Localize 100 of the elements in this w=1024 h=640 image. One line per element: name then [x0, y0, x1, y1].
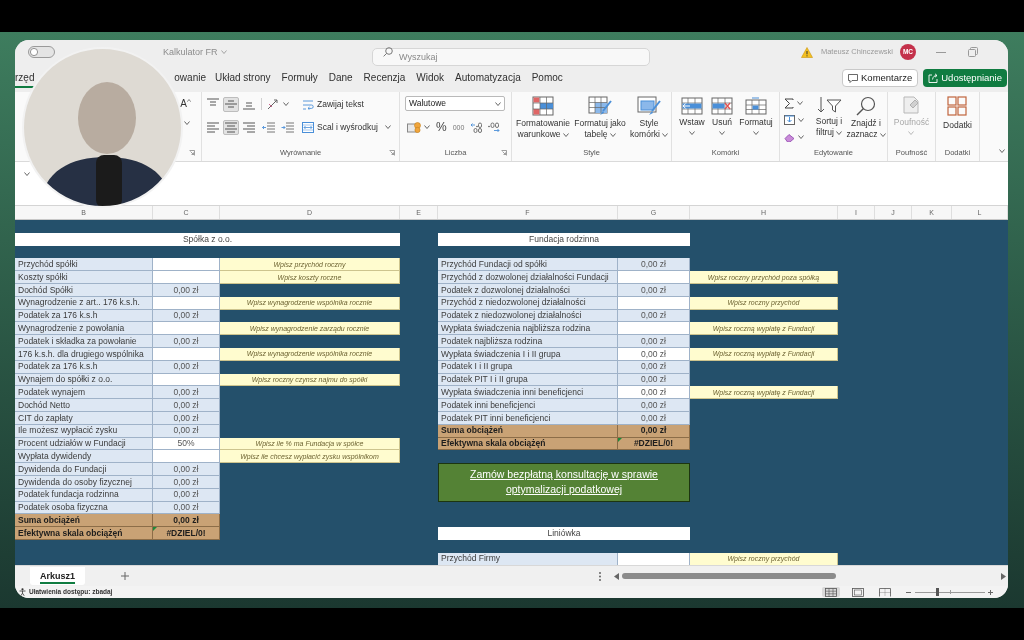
align-right-button[interactable]	[241, 119, 257, 135]
percent-button[interactable]: %	[436, 121, 447, 133]
input-cell[interactable]: 0,00 zł	[618, 386, 690, 400]
warning-icon	[800, 46, 813, 58]
caret-icon	[689, 130, 695, 135]
ribbon-tab[interactable]: Formuły	[281, 68, 318, 88]
zoom-in-icon[interactable]	[988, 589, 993, 595]
label-cell: Przychód z dozwolonej działalności Fundacji	[438, 271, 618, 284]
eraser-icon	[784, 132, 795, 142]
label-cell: Przychód spółki	[15, 258, 153, 272]
conditional-formatting-button[interactable]: Formatowanie warunkowe	[514, 96, 572, 140]
align-center-button[interactable]	[223, 119, 239, 135]
caret-icon	[283, 102, 289, 106]
caret-icon	[719, 130, 725, 135]
caret-icon	[835, 130, 842, 135]
zoom-slider[interactable]	[915, 588, 985, 596]
value-cell: 0,00 zł	[618, 335, 690, 348]
align-middle-button[interactable]	[223, 96, 239, 112]
comments-button[interactable]: Komentarze	[842, 69, 919, 87]
increase-decimal-icon[interactable]	[470, 121, 484, 133]
restore-icon[interactable]	[968, 47, 978, 57]
input-cell[interactable]	[153, 271, 220, 284]
share-button[interactable]: Udostępnianie	[923, 69, 1007, 87]
consultation-link[interactable]: Zamów bezpłatną konsultację w sprawie optymalizacji podatkowej	[438, 463, 690, 502]
caret-icon	[609, 132, 616, 137]
dialog-launcher-icon[interactable]	[501, 150, 507, 156]
align-right-icon	[242, 121, 256, 133]
accessibility-icon[interactable]	[19, 588, 26, 596]
search-icon	[856, 96, 876, 116]
label-cell: Podatek inni beneficjenci	[438, 399, 618, 412]
label-cell: Wypłata świadczenia inni beneficjenci	[438, 386, 618, 400]
ribbon-tab[interactable]: Recenzja	[363, 68, 406, 88]
caret-icon[interactable]	[999, 149, 1005, 153]
label-cell: Koszty spółki	[15, 271, 153, 284]
format-button[interactable]: Formatuj	[737, 97, 775, 135]
dialog-launcher-icon[interactable]	[189, 150, 195, 156]
increase-indent-icon[interactable]	[281, 121, 294, 133]
scrollbar-thumb[interactable]	[622, 573, 836, 579]
page-break-icon	[879, 587, 891, 597]
addins-button[interactable]: Dodatki	[943, 96, 972, 145]
scroll-right-icon[interactable]	[1001, 572, 1006, 580]
wrap-text-button[interactable]: Zawijaj tekst	[302, 98, 364, 110]
document-tag-icon	[903, 96, 920, 114]
grow-font-button[interactable]: A	[180, 99, 191, 109]
ribbon-tab[interactable]: owanie	[174, 68, 206, 88]
minimize-icon[interactable]	[936, 51, 946, 53]
merge-center-button[interactable]: Scal i wyśrodkuj	[302, 121, 391, 133]
caret-icon	[908, 130, 915, 135]
label-cell: Podatek najbliższa rodzina	[438, 335, 618, 348]
label-cell: Podatek i składka za powołanie	[15, 335, 153, 348]
insert-button[interactable]: Wstaw	[677, 97, 707, 135]
input-cell[interactable]	[618, 271, 690, 284]
ribbon-tab[interactable]: Pomoc	[531, 68, 563, 88]
label-cell: Wypłata świadczenia najbliższa rodzina	[438, 322, 618, 336]
autosave-toggle[interactable]	[28, 46, 55, 58]
value-cell: 0,00 zł	[153, 399, 220, 412]
decrease-indent-icon[interactable]	[262, 121, 275, 133]
text-orientation-icon[interactable]	[267, 98, 279, 110]
scroll-left-icon[interactable]	[614, 572, 619, 580]
add-sheet-icon[interactable]	[121, 572, 129, 580]
caret-icon	[495, 101, 501, 106]
fill-down-icon	[784, 115, 795, 125]
sum-icon	[784, 97, 794, 109]
share-icon	[928, 73, 939, 83]
ribbon-tab[interactable]: Układ strony	[215, 68, 271, 88]
caret-icon[interactable]	[24, 172, 30, 176]
zoom-slider-thumb[interactable]	[935, 588, 939, 596]
dialog-launcher-icon[interactable]	[389, 150, 395, 156]
wrap-text-icon	[302, 98, 314, 110]
ribbon-tab[interactable]: Widok	[416, 68, 445, 88]
align-left-button[interactable]	[205, 119, 221, 135]
normal-view-button[interactable]	[822, 587, 840, 597]
ribbon-tab[interactable]: Dane	[328, 68, 353, 88]
number-format-dropdown[interactable]: Walutowe	[405, 96, 505, 111]
input-cell[interactable]	[618, 322, 690, 336]
ribbon-tab[interactable]: Automatyzacja	[455, 68, 521, 88]
label-cell: Przychód Fundacji od spółki	[438, 258, 618, 272]
value-cell: 0,00 zł	[618, 258, 690, 272]
input-cell[interactable]	[153, 450, 220, 464]
cell-styles-button[interactable]: Style komórki	[628, 96, 670, 140]
find-select-button[interactable]: Znajdź i zaznacz	[846, 96, 886, 140]
page-break-button[interactable]	[876, 587, 894, 597]
caret-icon	[797, 101, 803, 105]
total-cell: 0,00 zł	[153, 514, 220, 528]
label-cell: Suma obciążeń	[15, 514, 153, 528]
format-cells-icon	[745, 97, 767, 115]
search-field[interactable]: Wyszukaj	[372, 48, 650, 66]
label-cell: Podatek wynajem	[15, 386, 153, 400]
input-cell[interactable]	[618, 552, 690, 565]
format-as-table-button[interactable]: Formatuj jako tabelę	[572, 96, 628, 140]
caret-icon	[184, 121, 190, 125]
input-cell[interactable]	[153, 322, 220, 336]
caret-icon	[753, 130, 759, 135]
accounting-format-icon[interactable]	[407, 121, 421, 133]
sort-filter-button[interactable]: Sortuj i filtruj	[812, 96, 846, 138]
page-layout-button[interactable]	[849, 587, 867, 597]
decrease-decimal-icon[interactable]	[487, 121, 501, 133]
delete-button[interactable]: Usuń	[707, 97, 737, 135]
input-cell[interactable]	[153, 258, 220, 272]
sheet-tab[interactable]: Arkusz1	[30, 567, 85, 585]
